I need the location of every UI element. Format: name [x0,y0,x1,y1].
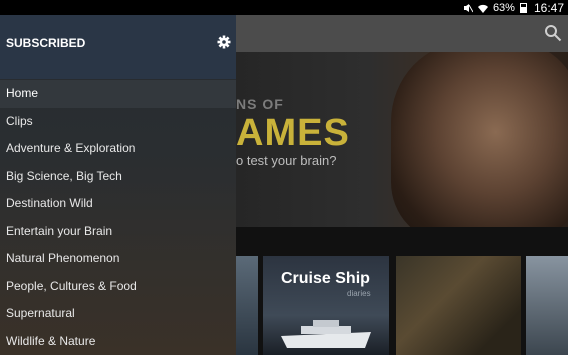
mute-icon [463,3,473,12]
drawer-header: SUBSCRIBED [0,15,236,79]
video-tiles-row: Cruise Ship diaries [236,227,568,355]
navigation-drawer: SUBSCRIBED Home Clips Adventure & Explor… [0,15,236,355]
video-tile[interactable] [396,256,521,355]
drawer-menu: Home Clips Adventure & Exploration Big S… [0,80,236,355]
menu-item-adventure-exploration[interactable]: Adventure & Exploration [0,135,236,163]
clock: 16:47 [533,0,564,15]
app-bar [236,15,568,52]
subscribed-label: SUBSCRIBED [6,36,86,50]
menu-item-entertain-your-brain[interactable]: Entertain your Brain [0,218,236,246]
hero-title-top: NS OF [236,96,284,112]
ship-image [281,320,371,348]
menu-item-home[interactable]: Home [0,80,236,108]
gear-icon[interactable] [217,35,231,49]
battery-icon [519,2,527,13]
menu-item-destination-wild[interactable]: Destination Wild [0,190,236,218]
menu-item-supernatural[interactable]: Supernatural [0,300,236,328]
hero-image [391,52,568,227]
status-bar: 63% 16:47 [0,0,568,15]
tile-subtitle: diaries [347,289,371,298]
menu-item-natural-phenomenon[interactable]: Natural Phenomenon [0,245,236,273]
hero-title-main: AMES [236,112,350,154]
menu-item-wildlife-nature[interactable]: Wildlife & Nature [0,328,236,355]
video-tile[interactable] [526,256,568,355]
video-tile-cruise-ship[interactable]: Cruise Ship diaries [263,256,389,355]
battery-percent: 63% [492,1,515,14]
menu-item-clips[interactable]: Clips [0,108,236,136]
hero-banner[interactable]: NS OF AMES o test your brain? [236,52,568,227]
menu-item-big-science-big-tech[interactable]: Big Science, Big Tech [0,163,236,191]
menu-item-people-cultures-food[interactable]: People, Cultures & Food [0,273,236,301]
wifi-icon [477,4,488,13]
hero-tagline: o test your brain? [236,153,337,168]
search-icon[interactable] [544,24,562,42]
tile-title: Cruise Ship [281,270,370,287]
video-tile[interactable] [236,256,258,355]
